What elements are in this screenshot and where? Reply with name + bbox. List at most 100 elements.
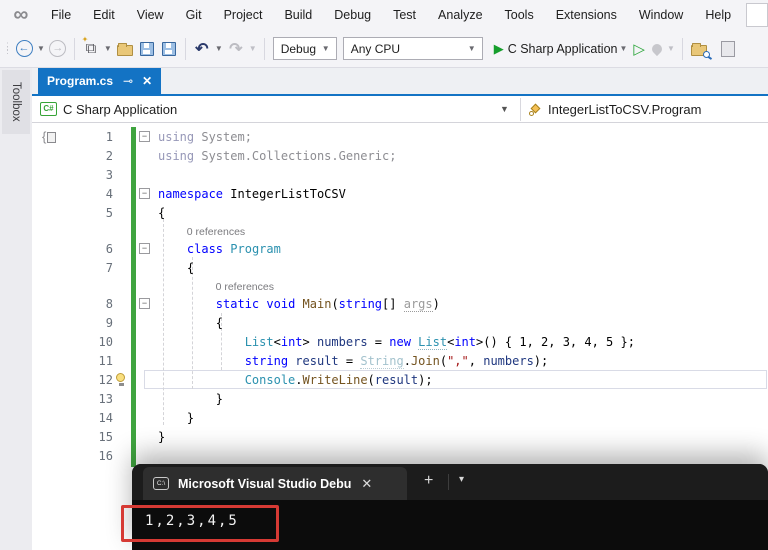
- document-icon: [720, 40, 735, 57]
- close-icon[interactable]: ✕: [361, 476, 372, 492]
- glyph-margin: [113, 258, 131, 277]
- code-row: 9 {: [32, 313, 768, 332]
- new-project-dropdown-arrow-icon[interactable]: ▼: [104, 44, 112, 53]
- line-number: 14: [98, 410, 113, 425]
- menu-item-git[interactable]: Git: [175, 0, 213, 30]
- code-row: 7 {: [32, 258, 768, 277]
- terminal-tab[interactable]: C:\ Microsoft Visual Studio Debu ✕: [143, 467, 407, 500]
- lightbulb-icon[interactable]: [115, 373, 127, 386]
- glyph-margin: [113, 222, 131, 239]
- chevron-down-icon: ▼: [321, 44, 330, 53]
- code-text: 0 references: [158, 279, 274, 293]
- undo-icon: ↶: [195, 40, 209, 58]
- menu-item-project[interactable]: Project: [213, 0, 274, 30]
- run-target-dropdown-arrow-icon[interactable]: ▼: [619, 44, 627, 53]
- forward-arrow-icon: →: [49, 40, 67, 57]
- code-row: 14 }: [32, 408, 768, 427]
- hot-reload-dropdown-arrow-icon[interactable]: ▼: [667, 44, 675, 53]
- start-without-debugging-icon[interactable]: ▷: [633, 40, 645, 58]
- solution-platform-dropdown[interactable]: Any CPU ▼: [342, 37, 483, 60]
- back-dropdown-arrow-icon[interactable]: ▼: [37, 44, 45, 53]
- codelens-references-link[interactable]: 0 references: [158, 226, 245, 238]
- menu-item-view[interactable]: View: [126, 0, 175, 30]
- line-number: 7: [105, 260, 113, 275]
- open-file-button[interactable]: [115, 36, 135, 62]
- solution-configuration-dropdown[interactable]: Debug ▼: [272, 37, 337, 60]
- glyph-margin: [113, 127, 131, 146]
- menu-item-test[interactable]: Test: [382, 0, 427, 30]
- toolbar-edge-button[interactable]: [718, 36, 738, 62]
- collapse-region-button[interactable]: −: [139, 298, 150, 309]
- redo-dropdown-arrow-icon[interactable]: ▼: [249, 44, 257, 53]
- code-row: 5{: [32, 203, 768, 222]
- code-row: 2 using System.Collections.Generic;: [32, 146, 768, 165]
- toolbox-tab[interactable]: Toolbox: [2, 70, 30, 134]
- solution-configuration-value: Debug: [280, 41, 317, 56]
- tab-list-chevron-icon[interactable]: ▾: [459, 474, 464, 485]
- line-number: 3: [105, 167, 113, 182]
- glyph-margin: [113, 427, 131, 446]
- menu-item-debug[interactable]: Debug: [323, 0, 382, 30]
- terminal-tab-separator: [448, 474, 449, 490]
- new-project-button[interactable]: ⧉ ✦: [81, 35, 101, 62]
- type-member-dropdown[interactable]: IntegerListToCSV.Program: [548, 102, 701, 117]
- save-icon: [139, 41, 154, 56]
- menu-item-edit[interactable]: Edit: [82, 0, 126, 30]
- navigate-forward-button[interactable]: →: [48, 36, 68, 62]
- collapse-region-button[interactable]: −: [139, 188, 150, 199]
- code-row: 3: [32, 165, 768, 184]
- find-in-files-button[interactable]: [689, 36, 710, 62]
- menu-items: File Edit View Git Project Build Debug Test Anal…: [40, 0, 742, 30]
- outline-margin: −: [131, 131, 158, 142]
- glyph-margin: [113, 146, 131, 165]
- start-debugging-icon[interactable]: ▶: [494, 41, 504, 57]
- pin-icon[interactable]: ⊸: [123, 74, 133, 88]
- code-text: using System;: [158, 129, 252, 144]
- menu-item-build[interactable]: Build: [273, 0, 323, 30]
- hot-reload-icon[interactable]: [649, 41, 665, 56]
- outline-margin: −: [131, 188, 158, 199]
- toolbar-grip[interactable]: ⋮ ⋮: [3, 42, 12, 55]
- code-text: using System.Collections.Generic;: [158, 148, 397, 163]
- toolbar-separator: [73, 37, 75, 60]
- code-row: 13 }: [32, 389, 768, 408]
- code-text: 0 references: [158, 224, 245, 238]
- navigate-back-button[interactable]: ←: [14, 36, 34, 62]
- menu-item-help[interactable]: Help: [694, 0, 742, 30]
- close-icon[interactable]: ✕: [142, 74, 152, 88]
- chevron-down-icon[interactable]: ▼: [500, 104, 509, 114]
- terminal-tab-title: Microsoft Visual Studio Debu: [178, 476, 352, 491]
- undo-button[interactable]: ↶: [192, 36, 212, 62]
- redo-button[interactable]: ↷: [226, 36, 246, 62]
- save-button[interactable]: [137, 36, 157, 62]
- glyph-margin: [113, 446, 131, 465]
- collapse-region-button[interactable]: −: [139, 243, 150, 254]
- code-text: {: [158, 260, 195, 275]
- collapse-region-button[interactable]: −: [139, 131, 150, 142]
- menu-item-window[interactable]: Window: [628, 0, 694, 30]
- line-number: 4: [105, 186, 113, 201]
- code-text: string result = String.Join(",", numbers…: [244, 353, 549, 369]
- code-text: Console.WriteLine(result);: [244, 372, 433, 387]
- undo-dropdown-arrow-icon[interactable]: ▼: [215, 44, 223, 53]
- document-tab-programcs[interactable]: Program.cs ⊸ ✕: [38, 68, 162, 94]
- run-target-label[interactable]: C Sharp Application: [508, 42, 618, 56]
- new-tab-button[interactable]: +: [424, 472, 433, 490]
- project-dropdown[interactable]: C Sharp Application: [63, 102, 177, 117]
- search-box[interactable]: [746, 3, 768, 27]
- glyph-margin: [113, 313, 131, 332]
- code-text: {: [158, 315, 224, 330]
- save-all-button[interactable]: [159, 36, 179, 62]
- toolbox-label: Toolbox: [10, 82, 22, 122]
- code-row: 12 Console.WriteLine(result);: [32, 370, 768, 389]
- menu-item-tools[interactable]: Tools: [494, 0, 545, 30]
- code-text: }: [158, 410, 195, 425]
- annotation-highlight-box: [121, 505, 279, 542]
- toolbar: ⋮ ⋮ ← ▼ → ⧉ ✦ ▼ ↶ ▼ ↷ ▼ Debug ▼ Any CPU ▼…: [0, 30, 768, 68]
- outline-margin: −: [131, 298, 158, 309]
- menu-bar: ∞ File Edit View Git Project Build Debug Test An…: [0, 0, 768, 30]
- menu-item-file[interactable]: File: [40, 0, 82, 30]
- menu-item-analyze[interactable]: Analyze: [427, 0, 493, 30]
- codelens-references-link[interactable]: 0 references: [158, 281, 274, 293]
- menu-item-extensions[interactable]: Extensions: [545, 0, 628, 30]
